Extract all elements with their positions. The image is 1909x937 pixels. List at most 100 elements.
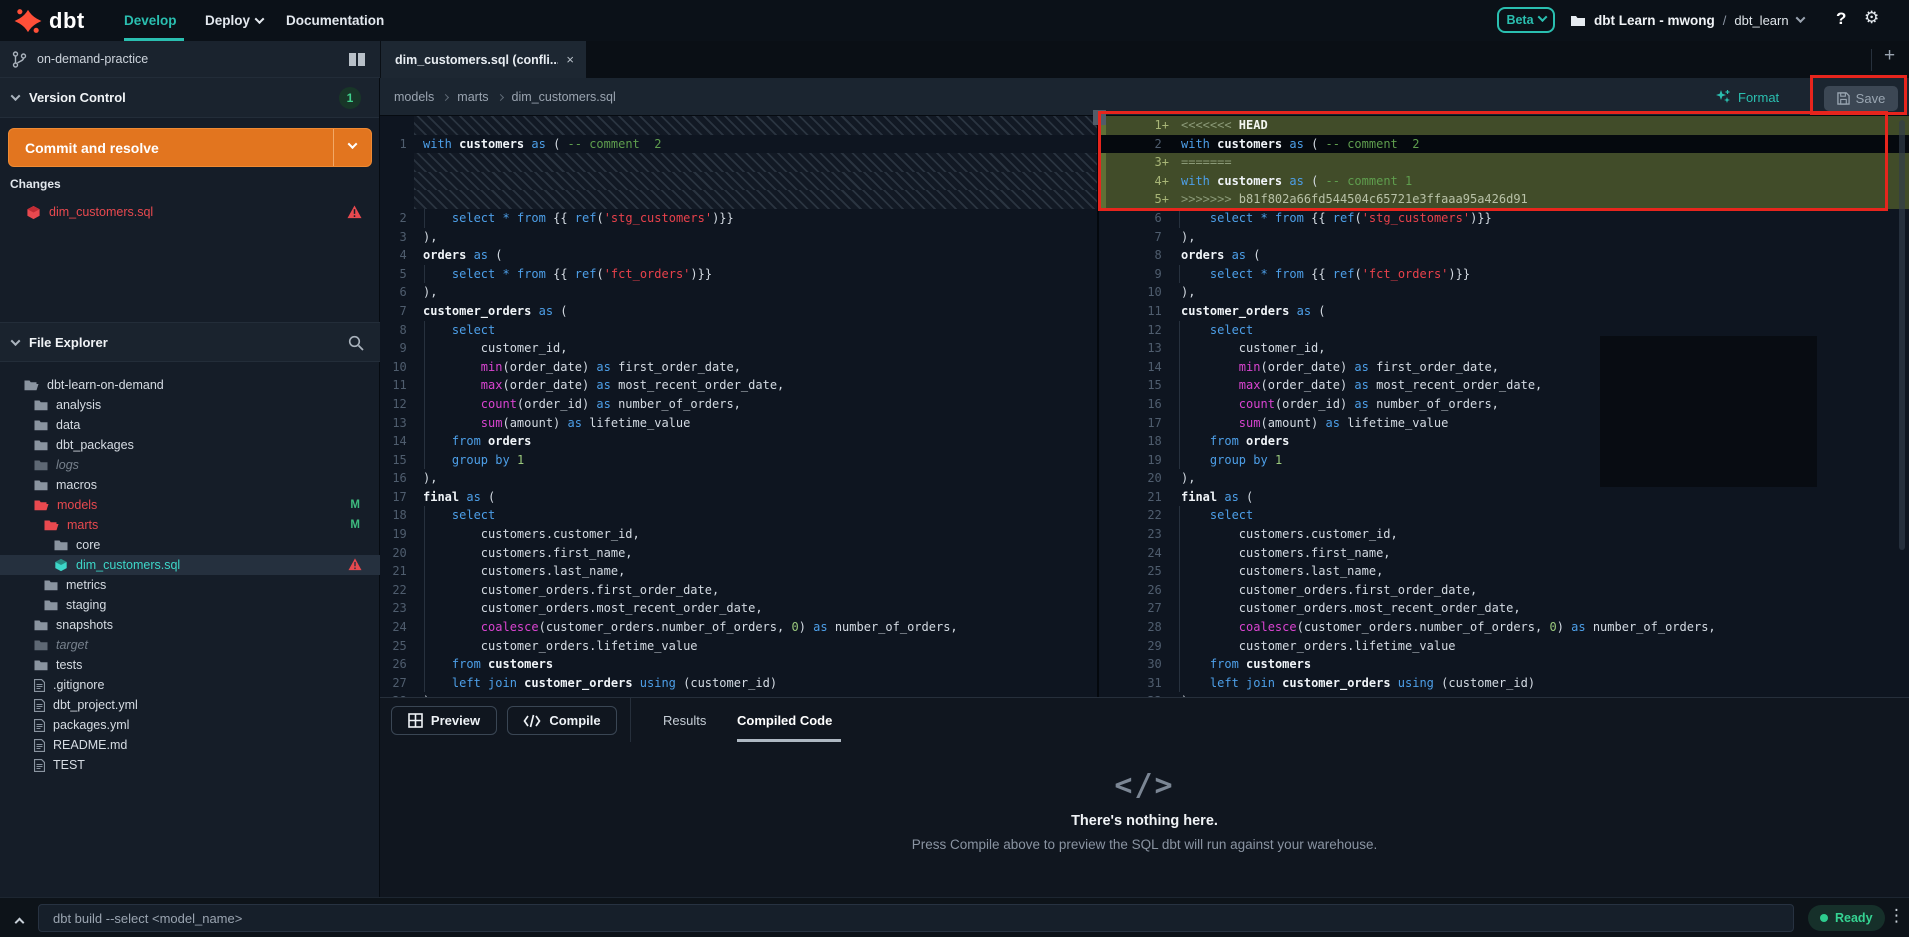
- modified-badge: M: [350, 499, 360, 511]
- dbt-logo[interactable]: dbt: [0, 7, 110, 35]
- search-icon[interactable]: [348, 335, 364, 351]
- line-number: 23: [380, 599, 414, 618]
- code-line-content: [414, 116, 1097, 135]
- diff-filler-row: [380, 116, 1097, 135]
- breadcrumb-models[interactable]: models: [394, 90, 434, 104]
- tabstrip-divider: [1871, 49, 1872, 71]
- editor-tab-strip: dim_customers.sql (confli... ×: [380, 41, 1909, 78]
- branch-bar: on-demand-practice: [0, 41, 380, 78]
- editor-toolbar: models marts dim_customers.sql Format Sa…: [380, 78, 1909, 116]
- line-number: 25: [380, 637, 414, 656]
- tree-item-marts[interactable]: martsM: [0, 515, 380, 535]
- tree-item--gitignore[interactable]: .gitignore: [0, 675, 380, 695]
- kebab-menu-icon[interactable]: ⋮: [1888, 906, 1905, 926]
- settings-gear-icon[interactable]: ⚙: [1864, 8, 1879, 28]
- sparkle-icon: [1715, 89, 1731, 105]
- breadcrumb-file[interactable]: dim_customers.sql: [512, 90, 616, 104]
- code-line: 8 select: [380, 321, 1097, 340]
- tree-item-dbt-project-yml[interactable]: dbt_project.yml: [0, 695, 380, 715]
- tab-results[interactable]: Results: [663, 698, 706, 743]
- line-number: 18: [380, 506, 414, 525]
- branch-name[interactable]: on-demand-practice: [37, 52, 148, 66]
- tree-item-tests[interactable]: tests: [0, 655, 380, 675]
- code-line: 10 min(order_date) as first_order_date,: [380, 358, 1097, 377]
- code-line-content: left join customer_orders using (custome…: [1169, 674, 1909, 693]
- code-line: 3+=======: [1101, 153, 1909, 172]
- tree-item-label: dim_customers.sql: [76, 558, 180, 572]
- line-number: 25: [1101, 562, 1169, 581]
- line-number: 4+: [1101, 172, 1169, 191]
- git-branch-icon: [12, 51, 27, 68]
- code-line: 16 ),: [380, 469, 1097, 488]
- line-number: 15: [380, 451, 414, 470]
- tree-item-logs[interactable]: logs: [0, 455, 380, 475]
- code-line-content: sum(amount) as lifetime_value: [414, 414, 1097, 433]
- tree-item-packages-yml[interactable]: packages.yml: [0, 715, 380, 735]
- code-line-content: final as (: [414, 488, 1097, 507]
- code-line: 23 customer_orders.most_recent_order_dat…: [380, 599, 1097, 618]
- format-button[interactable]: Format: [1715, 78, 1779, 116]
- folder-open-icon: [24, 379, 39, 391]
- folder-icon: [34, 439, 48, 451]
- file-icon: [34, 739, 45, 752]
- code-line: 5 select * from {{ ref('fct_orders')}}: [380, 265, 1097, 284]
- line-number: 6: [1101, 209, 1169, 228]
- code-line-content: ),: [1169, 283, 1909, 302]
- tree-item-metrics[interactable]: metrics: [0, 575, 380, 595]
- tab-compiled-code[interactable]: Compiled Code: [737, 698, 832, 743]
- line-number: 13: [1101, 339, 1169, 358]
- nav-documentation[interactable]: Documentation: [286, 0, 384, 41]
- help-icon[interactable]: ?: [1836, 9, 1846, 29]
- tree-item-dim-customers-sql[interactable]: dim_customers.sql: [0, 555, 380, 575]
- tab-close-icon[interactable]: ×: [566, 52, 574, 67]
- tree-item-snapshots[interactable]: snapshots: [0, 615, 380, 635]
- project-switcher[interactable]: dbt Learn - mwong / dbt_learn: [1570, 0, 1804, 41]
- tree-item-dbt-packages[interactable]: dbt_packages: [0, 435, 380, 455]
- commit-and-resolve-button[interactable]: Commit and resolve: [8, 128, 372, 167]
- breadcrumb-marts[interactable]: marts: [457, 90, 488, 104]
- tree-item-dbt-learn-on-demand[interactable]: dbt-learn-on-demand: [0, 375, 380, 395]
- chevron-up-icon[interactable]: [16, 913, 23, 931]
- environment-name: dbt_learn: [1734, 13, 1788, 28]
- code-line: 27 left join customer_orders using (cust…: [380, 674, 1097, 693]
- tree-item-analysis[interactable]: analysis: [0, 395, 380, 415]
- version-control-header[interactable]: Version Control 1: [0, 78, 379, 118]
- tree-item-test[interactable]: TEST: [0, 755, 380, 775]
- line-number: 1+: [1101, 116, 1169, 135]
- code-line: 10 ),: [1101, 283, 1909, 302]
- new-tab-plus-icon[interactable]: +: [1884, 45, 1895, 67]
- tree-item-models[interactable]: modelsM: [0, 495, 380, 515]
- folder-icon: [34, 419, 48, 431]
- docs-book-icon[interactable]: [348, 52, 366, 67]
- tree-item-macros[interactable]: macros: [0, 475, 380, 495]
- code-line: 26 customer_orders.first_order_date,: [1101, 581, 1909, 600]
- editor-scrollbar[interactable]: [1899, 120, 1905, 550]
- preview-button[interactable]: Preview: [391, 706, 497, 735]
- tree-item-label: staging: [66, 598, 106, 612]
- code-line: 21 final as (: [1101, 488, 1909, 507]
- bottom-panel: Preview Compile Results Compiled Code: [380, 697, 1909, 742]
- diff-sash-handle[interactable]: [1093, 110, 1106, 125]
- save-button[interactable]: Save: [1824, 86, 1898, 111]
- compile-button[interactable]: Compile: [507, 706, 617, 735]
- code-line-content: ),: [414, 469, 1097, 488]
- tree-item-core[interactable]: core: [0, 535, 380, 555]
- changed-file-row[interactable]: dim_customers.sql: [0, 201, 380, 223]
- tree-item-target[interactable]: target: [0, 635, 380, 655]
- beta-dropdown[interactable]: Beta: [1497, 7, 1555, 33]
- nav-deploy[interactable]: Deploy: [205, 0, 263, 41]
- tree-item-data[interactable]: data: [0, 415, 380, 435]
- commit-dropdown-chevron[interactable]: [333, 129, 371, 166]
- nav-develop[interactable]: Develop: [124, 0, 177, 41]
- tree-item-staging[interactable]: staging: [0, 595, 380, 615]
- code-icon: [523, 714, 541, 728]
- command-input[interactable]: [38, 904, 1794, 932]
- tab-dim-customers[interactable]: dim_customers.sql (confli... ×: [381, 41, 586, 78]
- file-explorer-header[interactable]: File Explorer: [0, 322, 380, 362]
- line-number: 21: [1101, 488, 1169, 507]
- diff-left-pane[interactable]: 1 with customers as ( -- comment 22 sele…: [380, 116, 1099, 697]
- code-line: 19 customers.customer_id,: [380, 525, 1097, 544]
- tree-item-readme-md[interactable]: README.md: [0, 735, 380, 755]
- file-icon: [34, 719, 45, 732]
- code-line: 26 from customers: [380, 655, 1097, 674]
